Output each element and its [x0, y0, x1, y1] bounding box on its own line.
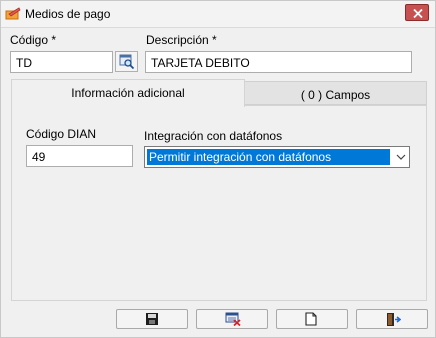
window-title: Medios de pago [25, 7, 111, 21]
tab-informacion-adicional[interactable]: Información adicional [11, 79, 245, 107]
dropdown-arrow[interactable] [393, 148, 409, 166]
close-icon [413, 9, 423, 18]
codigo-lookup-button[interactable] [115, 51, 138, 72]
exit-door-icon [387, 313, 401, 326]
close-button[interactable] [405, 4, 429, 21]
magnifier-icon [119, 54, 135, 70]
codigo-dian-field[interactable]: 49 [26, 145, 133, 167]
integracion-selected-value: Permitir integración con datáfonos [146, 148, 391, 166]
title-bar: Medios de pago [1, 1, 435, 28]
descripcion-field[interactable]: TARJETA DEBITO [145, 51, 412, 73]
codigo-field[interactable]: TD [10, 51, 113, 73]
integracion-label: Integración con datáfonos [144, 129, 283, 143]
integracion-select[interactable]: Permitir integración con datáfonos [144, 146, 410, 168]
new-button[interactable] [276, 309, 348, 329]
chevron-down-icon [396, 154, 406, 160]
codigo-label: Código * [10, 33, 57, 47]
descripcion-label: Descripción * [146, 33, 217, 47]
new-document-icon [305, 312, 317, 326]
payment-app-icon [5, 6, 21, 22]
floppy-disk-icon [146, 313, 158, 325]
delete-button[interactable] [196, 309, 268, 329]
save-button[interactable] [116, 309, 188, 329]
codigo-dian-label: Código DIAN [26, 127, 97, 141]
tab-campos[interactable]: ( 0 ) Campos [244, 81, 427, 105]
delete-record-icon [225, 312, 241, 326]
exit-button[interactable] [356, 309, 428, 329]
payment-methods-window: Medios de pago Código * TD Descripción *… [0, 0, 436, 338]
